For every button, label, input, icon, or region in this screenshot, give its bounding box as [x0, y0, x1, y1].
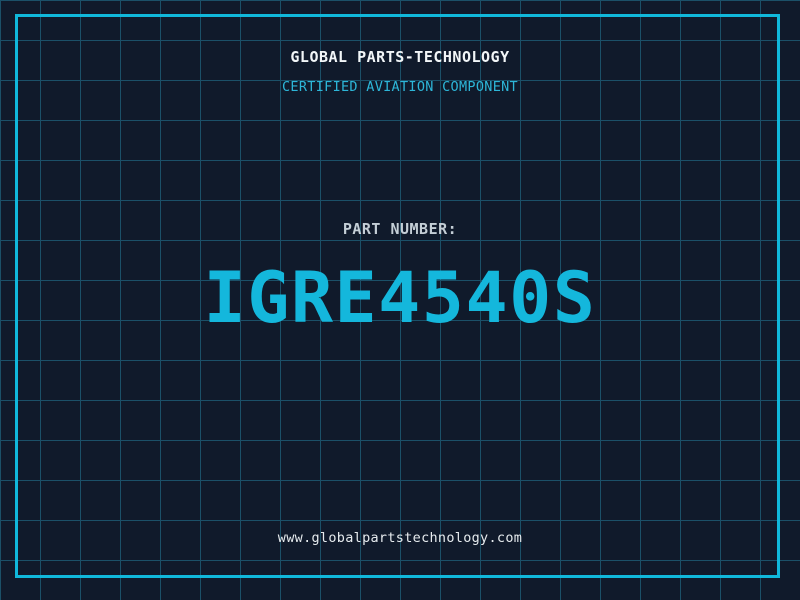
part-number-label: PART NUMBER: — [342, 220, 458, 238]
part-number-value: IGRE4540S — [203, 257, 597, 339]
company-name: GLOBAL PARTS-TECHNOLOGY — [290, 48, 510, 66]
certification-tagline: CERTIFIED AVIATION COMPONENT — [282, 79, 518, 95]
website-url: www.globalpartstechnology.com — [277, 530, 523, 546]
blueprint-card: { "header": { "company_name": "GLOBAL PA… — [0, 0, 800, 600]
